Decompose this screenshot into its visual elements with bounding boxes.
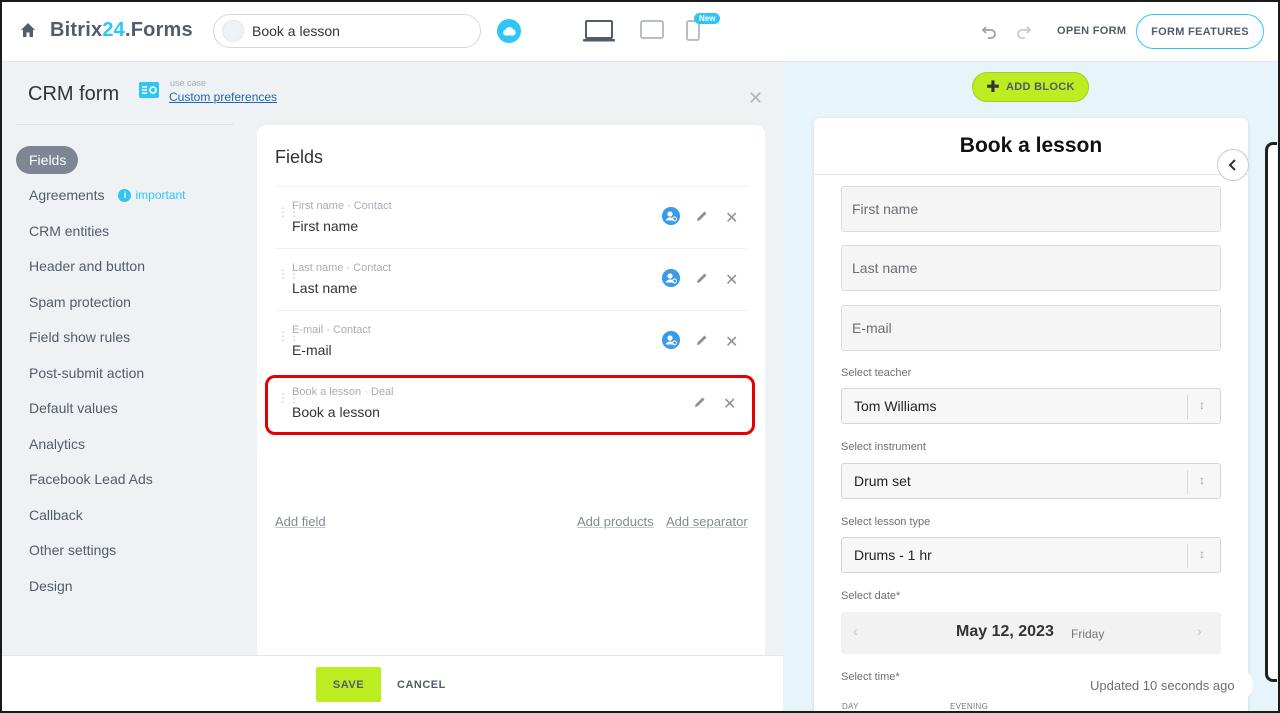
chevron-right-icon[interactable]: › <box>1197 623 1202 639</box>
add-separator-link[interactable]: Add separator <box>666 514 748 529</box>
form-preview-title: Book a lesson <box>959 134 1103 157</box>
field-row[interactable]: ⋮⋮ E-mail · Contact E-mail ✕ <box>275 310 747 372</box>
new-badge: New <box>694 13 721 24</box>
remove-icon[interactable]: ✕ <box>725 332 738 352</box>
field-source: First name · Contact <box>292 200 392 212</box>
crm-contact-icon[interactable] <box>662 269 680 287</box>
first-name-field[interactable]: First name <box>841 186 1221 232</box>
app-logo: Bitrix24.Forms <box>50 19 193 41</box>
form-preview-card: Book a lesson First name Last name E-mai… <box>814 118 1248 713</box>
use-case-label: use case <box>170 78 207 88</box>
add-field-link[interactable]: Add field <box>275 514 326 529</box>
side-panel-edge <box>1265 142 1277 682</box>
date-picker[interactable]: ‹ May 12, 2023 Friday › <box>841 612 1221 654</box>
sidebar-divider <box>16 124 234 125</box>
updated-status: Updated 10 seconds ago <box>1078 668 1253 702</box>
top-bar: Bitrix24.Forms New OPEN FORM FORM FEATUR… <box>0 0 1280 62</box>
sidebar-item-crm-entities[interactable]: CRM entities <box>16 213 246 249</box>
sidebar: Fields Agreements i important CRM entities… <box>16 142 246 604</box>
sidebar-item-design[interactable]: Design <box>16 568 246 604</box>
redo-icon[interactable] <box>1016 23 1032 39</box>
edit-icon[interactable] <box>695 209 709 223</box>
home-icon[interactable] <box>20 22 36 38</box>
email-field[interactable]: E-mail <box>841 305 1221 351</box>
crm-contact-icon[interactable] <box>662 207 680 225</box>
info-icon: i <box>118 188 132 202</box>
sidebar-item-field-show-rules[interactable]: Field show rules <box>16 320 246 356</box>
field-name: First name <box>292 218 359 234</box>
chevron-left-icon[interactable] <box>1217 149 1249 181</box>
edit-icon[interactable] <box>695 271 709 285</box>
chevron-left-icon[interactable]: ‹ <box>853 623 858 639</box>
sidebar-item-callback[interactable]: Callback <box>16 497 246 533</box>
plus-icon: ✚ <box>986 79 1000 96</box>
open-form-link[interactable]: OPEN FORM <box>1057 25 1126 37</box>
settings-area: CRM form use case Custom preferences ✕ F… <box>0 62 783 655</box>
field-row[interactable]: ⋮⋮ Book a lesson · Deal Book a lesson ✕ <box>275 372 747 434</box>
sidebar-item-facebook-lead-ads[interactable]: Facebook Lead Ads <box>16 462 246 498</box>
important-badge[interactable]: i important <box>118 188 186 202</box>
date-label: Select date* <box>841 590 901 602</box>
lesson-type-label: Select lesson type <box>841 516 931 528</box>
undo-icon[interactable] <box>981 23 997 39</box>
crm-contact-icon[interactable] <box>662 331 680 349</box>
sidebar-item-other-settings[interactable]: Other settings <box>16 533 246 569</box>
remove-icon[interactable]: ✕ <box>725 270 738 290</box>
instrument-select[interactable]: Drum set ↕ <box>841 463 1221 499</box>
page-title: CRM form <box>28 83 120 105</box>
instrument-label: Select instrument <box>841 441 926 453</box>
weekday: Friday <box>1071 627 1105 641</box>
close-icon[interactable]: ✕ <box>748 88 763 109</box>
form-title-input[interactable] <box>252 23 452 39</box>
date-value: May 12, 2023 <box>956 623 1054 640</box>
use-case-link[interactable]: Custom preferences <box>169 90 277 104</box>
time-day-label: DAY <box>842 702 859 711</box>
teacher-select[interactable]: Tom Williams ↕ <box>841 388 1221 424</box>
add-products-link[interactable]: Add products <box>577 514 654 529</box>
time-evening-label: EVENING <box>950 702 989 711</box>
fields-card: Fields ⋮⋮ First name · Contact First nam… <box>257 125 765 655</box>
last-name-field[interactable]: Last name <box>841 245 1221 291</box>
add-block-button[interactable]: ✚ ADD BLOCK <box>972 72 1089 102</box>
lesson-type-select[interactable]: Drums - 1 hr ↕ <box>841 537 1221 573</box>
form-title-field[interactable] <box>213 14 481 48</box>
edit-icon[interactable] <box>693 395 707 409</box>
save-button[interactable]: SAVE <box>316 667 381 702</box>
select-arrow-icon: ↕ <box>1199 473 1205 487</box>
select-arrow-icon: ↕ <box>1199 547 1205 561</box>
form-features-button[interactable]: FORM FEATURES <box>1136 14 1264 49</box>
fields-title: Fields <box>275 147 324 167</box>
laptop-icon[interactable] <box>582 19 616 43</box>
sidebar-item-fields[interactable]: Fields <box>16 142 246 178</box>
field-name: Last name <box>292 280 358 296</box>
tablet-icon[interactable] <box>640 20 664 40</box>
bottom-bar: SAVE CANCEL <box>0 655 783 713</box>
use-case-icon <box>139 82 159 98</box>
remove-icon[interactable]: ✕ <box>723 394 736 414</box>
form-avatar-icon <box>222 20 244 42</box>
field-source: E-mail · Contact <box>292 324 371 336</box>
sidebar-item-agreements[interactable]: Agreements i important <box>16 178 246 214</box>
field-source: Last name · Contact <box>292 262 392 274</box>
teacher-label: Select teacher <box>841 367 912 379</box>
sidebar-item-header-and-button[interactable]: Header and button <box>16 249 246 285</box>
cancel-button[interactable]: CANCEL <box>397 679 446 691</box>
remove-icon[interactable]: ✕ <box>725 208 738 228</box>
field-source: Book a lesson · Deal <box>292 386 394 398</box>
title-divider <box>814 174 1248 175</box>
sidebar-item-analytics[interactable]: Analytics <box>16 426 246 462</box>
field-name: E-mail <box>292 342 332 358</box>
cloud-icon[interactable] <box>497 19 521 43</box>
edit-icon[interactable] <box>695 333 709 347</box>
sidebar-item-default-values[interactable]: Default values <box>16 391 246 427</box>
sidebar-item-post-submit-action[interactable]: Post-submit action <box>16 355 246 391</box>
sidebar-item-spam-protection[interactable]: Spam protection <box>16 284 246 320</box>
field-row[interactable]: ⋮⋮ Last name · Contact Last name ✕ <box>275 248 747 310</box>
select-arrow-icon: ↕ <box>1199 398 1205 412</box>
form-preview-area: ✚ ADD BLOCK Book a lesson First name Last… <box>783 62 1280 713</box>
time-label: Select time* <box>841 671 900 683</box>
field-name: Book a lesson <box>292 404 380 420</box>
field-row[interactable]: ⋮⋮ First name · Contact First name ✕ <box>275 186 747 248</box>
